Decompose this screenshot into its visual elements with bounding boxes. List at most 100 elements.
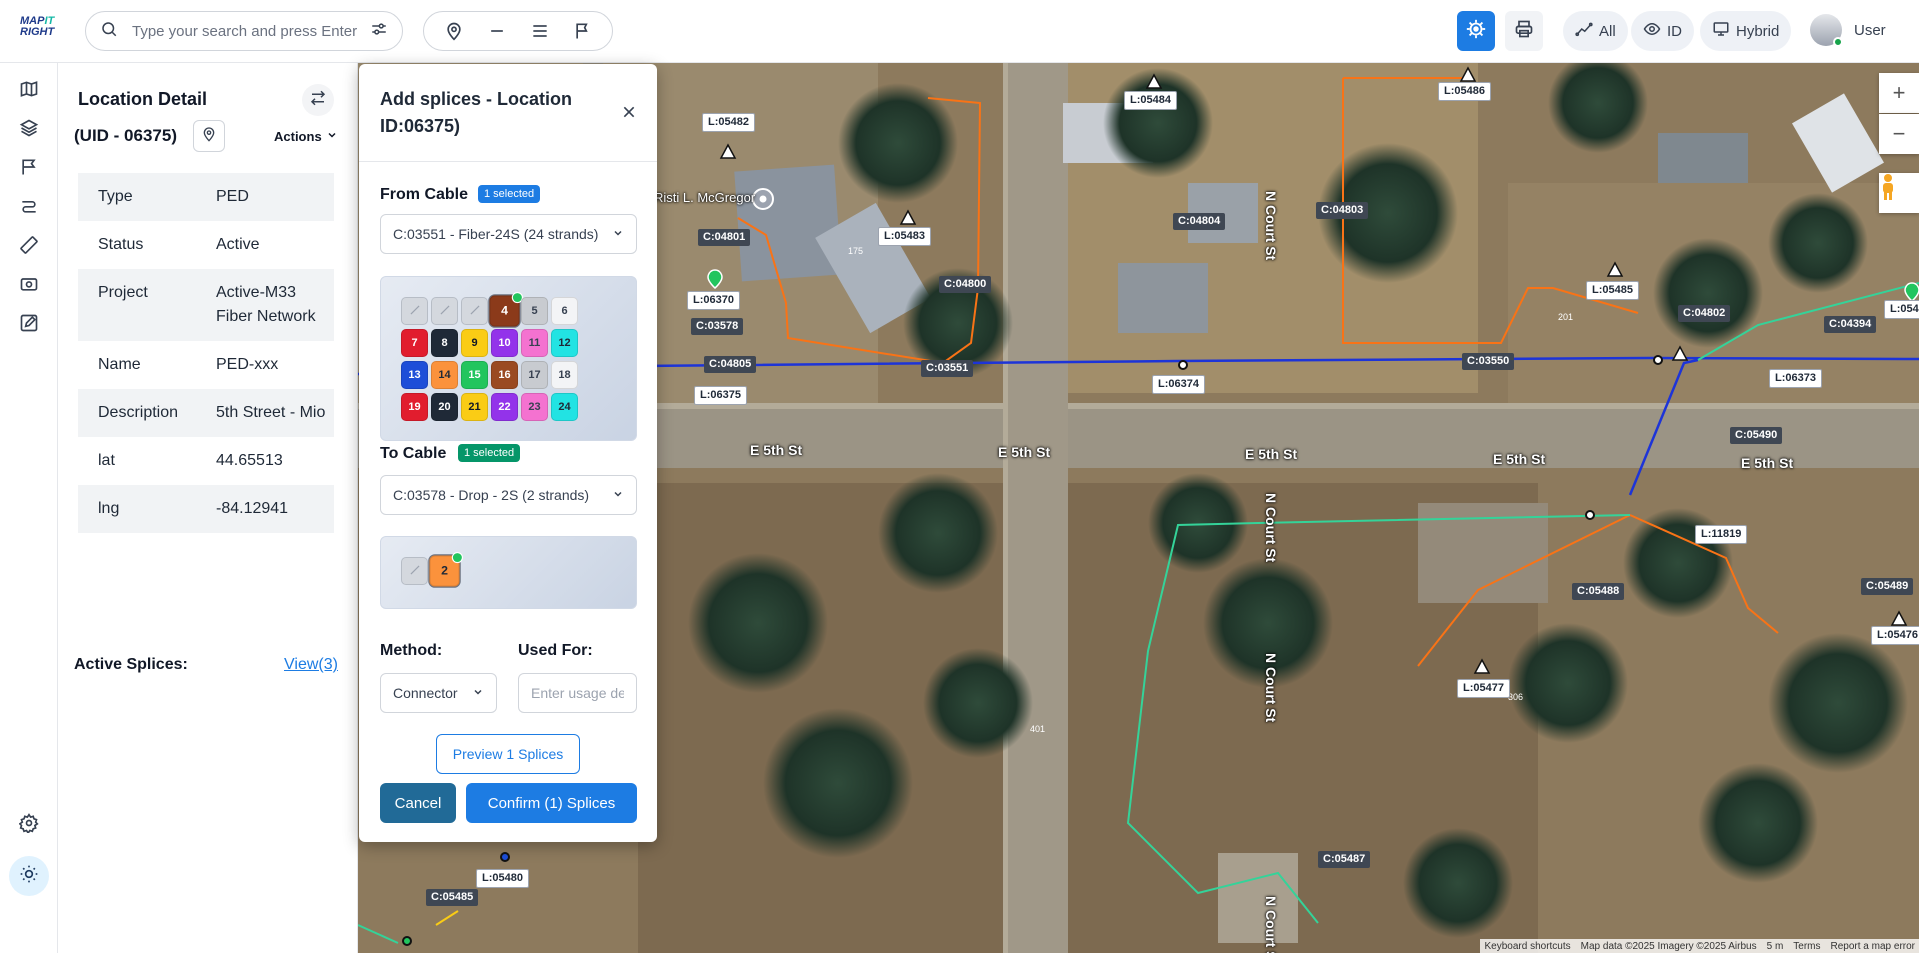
flag-icon[interactable] — [569, 17, 597, 45]
route-icon[interactable] — [17, 194, 41, 218]
used-for-input[interactable] — [518, 673, 637, 713]
search-bar[interactable]: Type your search and press Enter — [85, 11, 403, 51]
ruler-icon[interactable] — [17, 233, 41, 257]
location-pin-icon[interactable] — [440, 17, 468, 45]
from-fiber-strand[interactable]: 20 — [431, 393, 458, 421]
theme-toggle-button[interactable] — [9, 856, 49, 896]
filter-sliders-icon[interactable] — [370, 20, 388, 43]
from-fiber-strand[interactable]: 22 — [491, 393, 518, 421]
location-label[interactable]: L:05477 — [1457, 679, 1510, 698]
from-fiber-strand[interactable]: 16 — [491, 361, 518, 389]
location-label[interactable]: L:05480 — [476, 869, 529, 888]
cancel-button[interactable]: Cancel — [380, 783, 456, 823]
cable-label[interactable]: C:04802 — [1678, 305, 1731, 322]
map-scale[interactable]: 5 m — [1767, 941, 1784, 952]
cable-label[interactable]: C:05485 — [426, 889, 479, 906]
confirm-splices-button[interactable]: Confirm (1) Splices — [466, 783, 637, 823]
street-view-button[interactable] — [1879, 173, 1919, 213]
cable-label[interactable]: C:04394 — [1824, 316, 1877, 333]
keyboard-shortcuts-link[interactable]: Keyboard shortcuts — [1484, 941, 1570, 952]
from-fiber-strand[interactable]: 6 — [551, 297, 578, 325]
zoom-out-button[interactable]: − — [1879, 114, 1919, 154]
cable-label[interactable]: C:03578 — [691, 318, 744, 335]
from-fiber-strand[interactable]: 10 — [491, 329, 518, 357]
location-label[interactable]: L:05482 — [702, 113, 755, 132]
from-fiber-strand[interactable]: 23 — [521, 393, 548, 421]
from-cable-select[interactable]: C:03551 - Fiber-24S (24 strands) — [380, 214, 637, 254]
camera-icon[interactable] — [17, 272, 41, 296]
cable-label[interactable]: C:03551 — [921, 360, 974, 377]
cable-label[interactable]: C:03550 — [1462, 353, 1515, 370]
location-label[interactable]: L:06373 — [1769, 369, 1822, 388]
radar-toggle-button[interactable] — [1457, 11, 1495, 51]
from-fiber-strand[interactable]: 15 — [461, 361, 488, 389]
from-fiber-strand[interactable]: 12 — [551, 329, 578, 357]
property-value: -84.12941 — [216, 500, 289, 517]
edit-icon[interactable] — [17, 311, 41, 335]
flag-nav-icon[interactable] — [17, 155, 41, 179]
to-fiber-grid: 2 — [380, 536, 637, 609]
sun-icon — [19, 864, 39, 889]
poi-label[interactable]: Risti L. McGregor — [654, 190, 755, 205]
from-fiber-strand[interactable]: 18 — [551, 361, 578, 389]
cable-label[interactable]: C:04803 — [1316, 202, 1369, 219]
print-button[interactable] — [1505, 11, 1543, 51]
from-fiber-strand[interactable]: 13 — [401, 361, 428, 389]
user-menu[interactable]: User — [1810, 14, 1886, 47]
cable-label[interactable]: C:04800 — [939, 276, 992, 293]
close-button[interactable] — [618, 103, 640, 125]
method-select[interactable]: Connector — [380, 673, 497, 713]
from-fiber-strand[interactable]: 14 — [431, 361, 458, 389]
line-tool-icon[interactable] — [483, 17, 511, 45]
location-label[interactable]: L:05483 — [878, 227, 931, 246]
location-label[interactable]: L:06370 — [687, 291, 740, 310]
from-fiber-strand[interactable]: 17 — [521, 361, 548, 389]
terms-link[interactable]: Terms — [1793, 941, 1820, 952]
to-fiber-strand[interactable]: 2 — [429, 551, 463, 587]
preview-splices-button[interactable]: Preview 1 Splices — [436, 734, 580, 774]
cable-label[interactable]: C:05489 — [1861, 578, 1914, 595]
to-cable-select[interactable]: C:03578 - Drop - 2S (2 strands) — [380, 475, 637, 515]
location-label[interactable]: L:05476 — [1871, 626, 1919, 645]
actions-dropdown[interactable]: Actions — [274, 129, 338, 144]
map-view-icon[interactable] — [17, 77, 41, 101]
location-label[interactable]: L:05484 — [1124, 91, 1177, 110]
swap-arrows-icon — [309, 89, 327, 112]
location-label[interactable]: L:05485 — [1586, 281, 1639, 300]
from-fiber-strand[interactable]: 9 — [461, 329, 488, 357]
from-fiber-strand[interactable]: 7 — [401, 329, 428, 357]
locate-on-map-button[interactable] — [193, 120, 225, 152]
location-label[interactable]: L:11819 — [1695, 525, 1748, 544]
from-fiber-strand — [431, 297, 458, 325]
app-logo[interactable]: MAPIT RIGHT — [20, 16, 64, 44]
layers-icon[interactable] — [17, 116, 41, 140]
cable-label[interactable]: C:04804 — [1173, 213, 1226, 230]
swap-panel-button[interactable] — [302, 84, 334, 116]
report-error-link[interactable]: Report a map error — [1831, 941, 1915, 952]
location-label[interactable]: L:05486 — [1438, 82, 1491, 101]
location-label[interactable]: L:06375 — [694, 386, 747, 405]
settings-gear-icon[interactable] — [17, 811, 41, 835]
layer-all-button[interactable]: All — [1563, 11, 1628, 51]
cable-label[interactable]: C:04801 — [698, 229, 751, 246]
from-fiber-strand[interactable]: 4 — [489, 291, 523, 327]
cable-label[interactable]: C:04805 — [704, 356, 757, 373]
location-label[interactable]: L:054 — [1884, 300, 1919, 319]
cable-label[interactable]: C:05487 — [1318, 851, 1371, 868]
cable-label[interactable]: C:05488 — [1572, 583, 1625, 600]
from-fiber-strand[interactable]: 8 — [431, 329, 458, 357]
view-splices-link[interactable]: View(3) — [284, 656, 338, 674]
zoom-in-button[interactable]: + — [1879, 73, 1919, 113]
menu-icon[interactable] — [526, 17, 554, 45]
location-uid: (UID - 06375) — [74, 126, 177, 145]
search-input[interactable]: Type your search and press Enter — [132, 23, 370, 40]
cable-label[interactable]: C:05490 — [1730, 427, 1783, 444]
from-fiber-strand[interactable]: 11 — [521, 329, 548, 357]
from-fiber-strand[interactable]: 24 — [551, 393, 578, 421]
location-label[interactable]: L:06374 — [1152, 375, 1205, 394]
from-fiber-strand[interactable]: 5 — [521, 297, 548, 325]
from-fiber-strand[interactable]: 19 — [401, 393, 428, 421]
id-toggle-button[interactable]: ID — [1631, 11, 1694, 51]
basemap-hybrid-button[interactable]: Hybrid — [1700, 11, 1792, 51]
from-fiber-strand[interactable]: 21 — [461, 393, 488, 421]
